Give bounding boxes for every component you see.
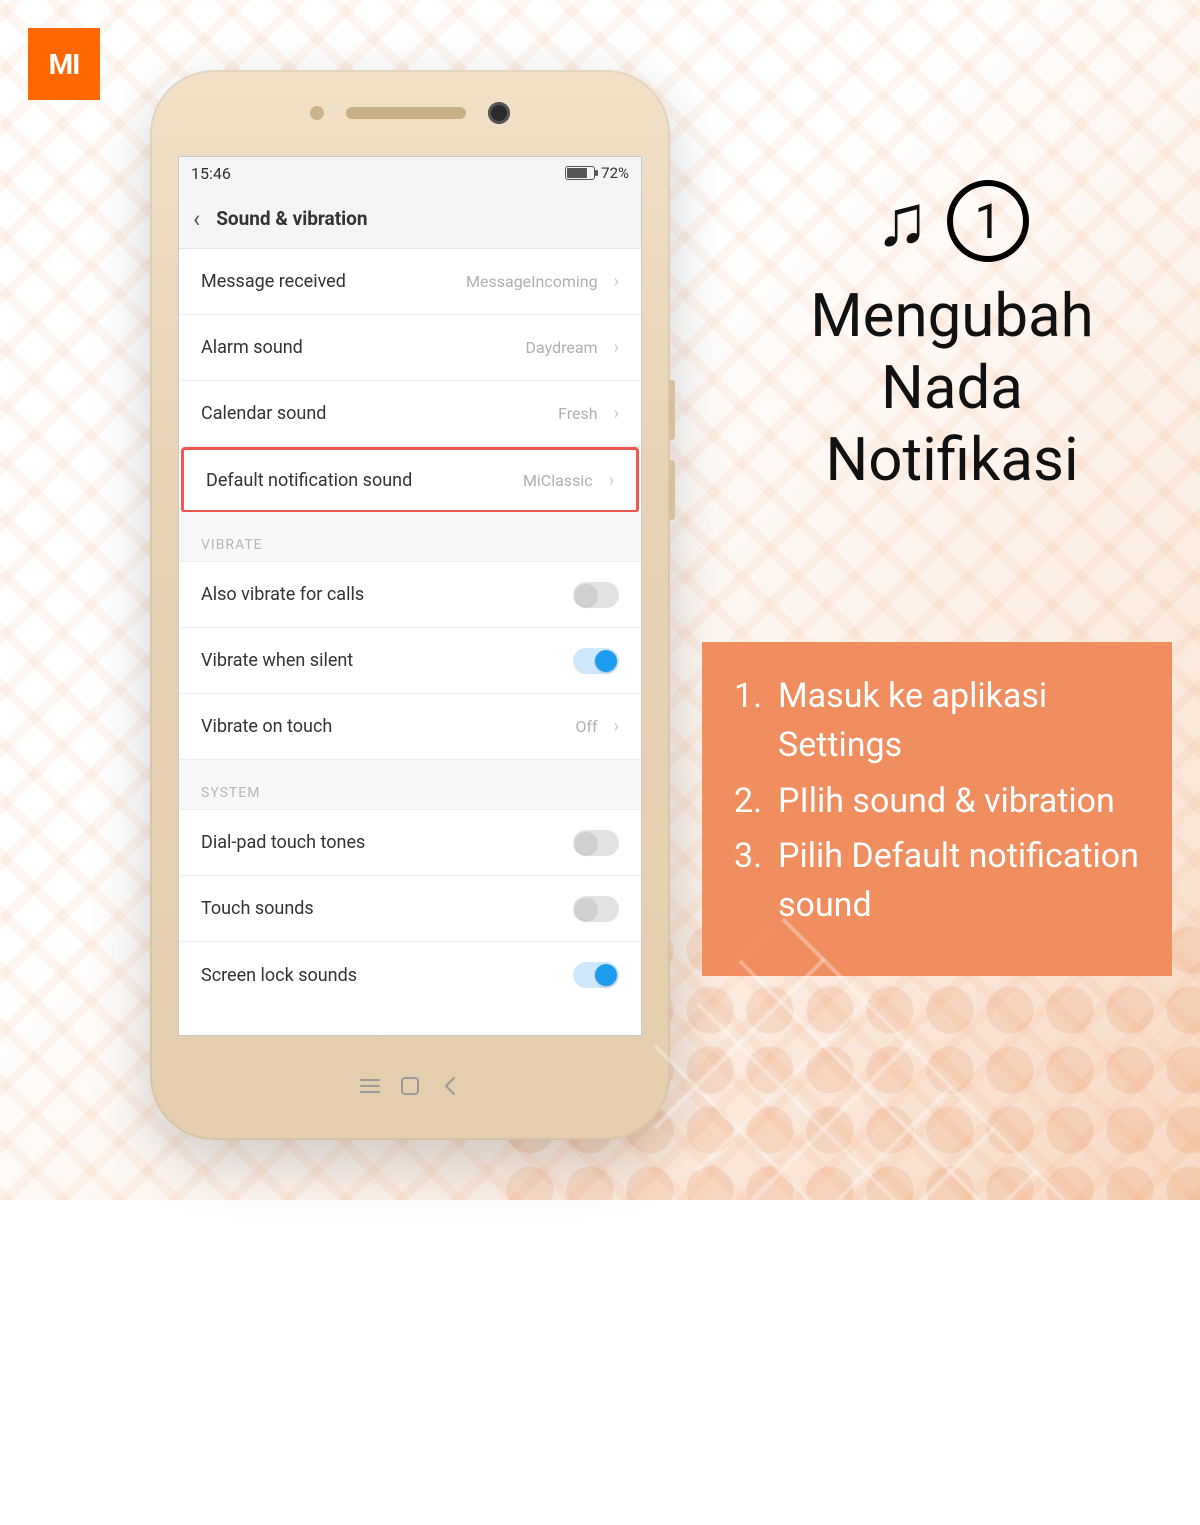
instruction-item: 1. Masuk ke aplikasi Settings xyxy=(734,672,1140,771)
settings-list: Message received MessageIncoming › Alarm… xyxy=(179,249,641,1035)
row-dial-pad-touch-tones[interactable]: Dial-pad touch tones xyxy=(179,810,641,876)
nav-home-button[interactable] xyxy=(390,1066,430,1106)
mi-logo-text: MI xyxy=(49,48,80,81)
row-also-vibrate-for-calls[interactable]: Also vibrate for calls xyxy=(179,562,641,628)
heading-icons: ♫ 1 xyxy=(875,180,1029,262)
instruction-number: 2. xyxy=(734,777,768,826)
instruction-item: 2. PIlih sound & vibration xyxy=(734,777,1140,826)
nav-recent-button[interactable] xyxy=(350,1066,390,1106)
row-vibrate-on-touch[interactable]: Vibrate on touch Off › xyxy=(179,694,641,760)
row-calendar-sound[interactable]: Calendar sound Fresh › xyxy=(179,381,641,447)
toggle-switch[interactable] xyxy=(573,896,619,922)
row-label: Alarm sound xyxy=(201,337,516,358)
row-value: Daydream xyxy=(526,338,598,357)
row-label: Also vibrate for calls xyxy=(201,584,563,605)
chevron-right-icon: › xyxy=(614,403,619,424)
chevron-right-icon: › xyxy=(614,716,619,737)
phone-frame: 15:46 72% ‹ Sound & vibration Message re… xyxy=(150,70,670,1140)
row-value: Fresh xyxy=(558,404,597,423)
side-panel: ♫ 1 Mengubah Nada Notifikasi xyxy=(732,180,1172,524)
battery-percent: 72% xyxy=(601,164,629,182)
row-screen-lock-sounds[interactable]: Screen lock sounds xyxy=(179,942,641,1008)
phone-top xyxy=(150,70,670,156)
row-label: Vibrate when silent xyxy=(201,650,563,671)
row-touch-sounds[interactable]: Touch sounds xyxy=(179,876,641,942)
row-value: MiClassic xyxy=(523,471,593,490)
row-value: MessageIncoming xyxy=(466,272,598,291)
instruction-text: Pilih Default notification sound xyxy=(778,832,1140,931)
toggle-switch[interactable] xyxy=(573,962,619,988)
nav-back-button[interactable] xyxy=(430,1066,470,1106)
row-default-notification-sound[interactable]: Default notification sound MiClassic › xyxy=(181,447,639,513)
row-label: Touch sounds xyxy=(201,898,563,919)
row-message-received[interactable]: Message received MessageIncoming › xyxy=(179,249,641,315)
section-header-system: SYSTEM xyxy=(179,760,641,810)
toggle-switch[interactable] xyxy=(573,648,619,674)
row-label: Calendar sound xyxy=(201,403,548,424)
instruction-number: 1. xyxy=(734,672,768,771)
instruction-text: PIlih sound & vibration xyxy=(778,777,1115,826)
android-nav-bar xyxy=(350,1036,470,1136)
chevron-right-icon: › xyxy=(614,337,619,358)
section-header-vibrate: VIBRATE xyxy=(179,512,641,562)
chevron-right-icon: › xyxy=(614,271,619,292)
toggle-switch[interactable] xyxy=(573,582,619,608)
mi-logo: MI xyxy=(28,28,100,100)
step-number-badge: 1 xyxy=(947,180,1029,262)
row-label: Message received xyxy=(201,271,456,292)
phone-screen: 15:46 72% ‹ Sound & vibration Message re… xyxy=(178,156,642,1036)
battery-icon xyxy=(565,166,595,180)
row-label: Vibrate on touch xyxy=(201,716,565,737)
status-time: 15:46 xyxy=(191,164,231,183)
instruction-number: 3. xyxy=(734,832,768,931)
row-label: Dial-pad touch tones xyxy=(201,832,563,853)
chevron-right-icon: › xyxy=(609,470,614,491)
step-number: 1 xyxy=(975,193,1002,250)
instructions-panel: 1. Masuk ke aplikasi Settings 2. PIlih s… xyxy=(702,642,1172,976)
music-notes-icon: ♫ xyxy=(875,185,929,257)
side-heading: Mengubah Nada Notifikasi xyxy=(810,280,1093,496)
front-camera-icon xyxy=(488,102,510,124)
toggle-switch[interactable] xyxy=(573,830,619,856)
page-title: Sound & vibration xyxy=(216,207,367,230)
row-vibrate-when-silent[interactable]: Vibrate when silent xyxy=(179,628,641,694)
row-label: Default notification sound xyxy=(206,470,513,491)
back-button[interactable]: ‹ xyxy=(193,207,200,231)
row-value: Off xyxy=(575,717,597,736)
row-label: Screen lock sounds xyxy=(201,965,563,986)
proximity-sensor-icon xyxy=(310,106,324,120)
status-bar: 15:46 72% xyxy=(179,157,641,189)
earpiece-speaker-icon xyxy=(346,107,466,119)
instruction-item: 3. Pilih Default notification sound xyxy=(734,832,1140,931)
instruction-text: Masuk ke aplikasi Settings xyxy=(778,672,1140,771)
status-battery: 72% xyxy=(565,164,629,182)
title-bar: ‹ Sound & vibration xyxy=(179,189,641,249)
row-alarm-sound[interactable]: Alarm sound Daydream › xyxy=(179,315,641,381)
